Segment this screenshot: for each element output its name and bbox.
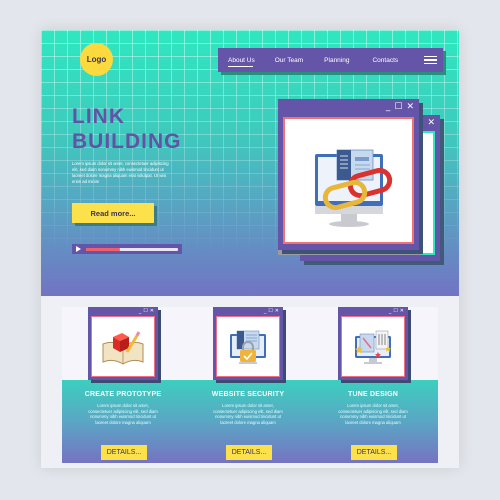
monitor-with-padlock-icon xyxy=(230,330,266,364)
card-text: Lorem ipsum dolor sit amet, consectetuer… xyxy=(338,403,408,425)
document-sidebar xyxy=(337,150,351,180)
nav-item-about-us[interactable]: About Us xyxy=(228,57,255,67)
menu-line xyxy=(424,63,437,65)
menu-line xyxy=(424,55,437,57)
title-line-2: BUILDING xyxy=(72,130,182,153)
hero-section: Logo About Us Our Team Planning Contacts… xyxy=(41,30,459,296)
play-icon[interactable] xyxy=(76,246,81,252)
details-button[interactable]: DETAILS... xyxy=(101,445,147,460)
monitor-with-design-tools-icon xyxy=(355,330,391,364)
front-window-content xyxy=(283,117,414,244)
nav-item-our-team[interactable]: Our Team xyxy=(275,57,303,64)
close-icon[interactable]: ✕ xyxy=(150,308,154,314)
maximize-icon[interactable]: ☐ xyxy=(394,102,402,112)
monitor-stand xyxy=(329,221,369,227)
card-window: _ ☐ ✕ xyxy=(213,307,283,380)
title-line-1: LINK xyxy=(72,105,125,128)
close-icon[interactable]: ✕ xyxy=(427,118,435,128)
close-icon[interactable]: ✕ xyxy=(400,308,404,314)
card-window-content xyxy=(216,316,280,377)
monitor-with-chain-link-icon xyxy=(315,149,393,227)
logo-label: Logo xyxy=(86,55,107,64)
minimize-icon[interactable]: _ xyxy=(386,102,391,112)
logo[interactable]: Logo xyxy=(80,43,113,76)
nav-item-contacts[interactable]: Contacts xyxy=(372,57,398,64)
front-window-titlebar: _ ☐ ✕ xyxy=(278,99,419,115)
card-text: Lorem ipsum dolor sit amet, consectetuer… xyxy=(213,403,283,425)
card-window: _ ☐ ✕ xyxy=(338,307,408,380)
card-window-content xyxy=(341,316,405,377)
card-window-controls: _ ☐ ✕ xyxy=(264,307,279,315)
maximize-icon[interactable]: ☐ xyxy=(143,308,147,314)
minimize-icon[interactable]: _ xyxy=(264,308,267,314)
nav-item-planning[interactable]: Planning xyxy=(324,57,349,64)
card-text: Lorem ipsum dolor sit amet, consectetuer… xyxy=(88,403,158,425)
monitor-neck xyxy=(341,214,357,222)
minimize-icon[interactable]: _ xyxy=(139,308,142,314)
card-window-controls: _ ☐ ✕ xyxy=(139,307,154,315)
monitor-bezel xyxy=(315,206,383,214)
card-window-controls: _ ☐ ✕ xyxy=(389,307,404,315)
maximize-icon[interactable]: ☐ xyxy=(268,308,272,314)
progress-track[interactable] xyxy=(86,247,178,251)
details-button[interactable]: DETAILS... xyxy=(351,445,397,460)
menu-line xyxy=(424,59,437,61)
read-more-button[interactable]: Read more... xyxy=(72,203,154,223)
close-icon[interactable]: ✕ xyxy=(406,102,414,112)
front-window: _ ☐ ✕ xyxy=(278,99,419,250)
progress-fill xyxy=(86,247,121,251)
minimize-icon[interactable]: _ xyxy=(389,308,392,314)
page-title: LINK BUILDING xyxy=(72,104,182,154)
details-button[interactable]: DETAILS... xyxy=(226,445,272,460)
card-window-content xyxy=(91,316,155,377)
card-window: _ ☐ ✕ xyxy=(88,307,158,380)
book-with-cube-and-pencil-icon xyxy=(102,330,144,365)
card-title: TUNE DESIGN xyxy=(347,391,399,398)
maximize-icon[interactable]: ☐ xyxy=(393,308,397,314)
main-nav: About Us Our Team Planning Contacts xyxy=(218,48,443,72)
hero-body-text: Lorem ipsum dolor sit amet, consectetuer… xyxy=(72,161,169,184)
landing-page: Logo About Us Our Team Planning Contacts… xyxy=(41,30,459,468)
media-player xyxy=(72,244,182,254)
close-icon[interactable]: ✕ xyxy=(275,308,279,314)
card-title: CREATE PROTOTYPE xyxy=(84,391,162,398)
hamburger-menu-icon[interactable] xyxy=(424,55,437,65)
card-title: WEBSITE SECURITY xyxy=(211,391,285,398)
